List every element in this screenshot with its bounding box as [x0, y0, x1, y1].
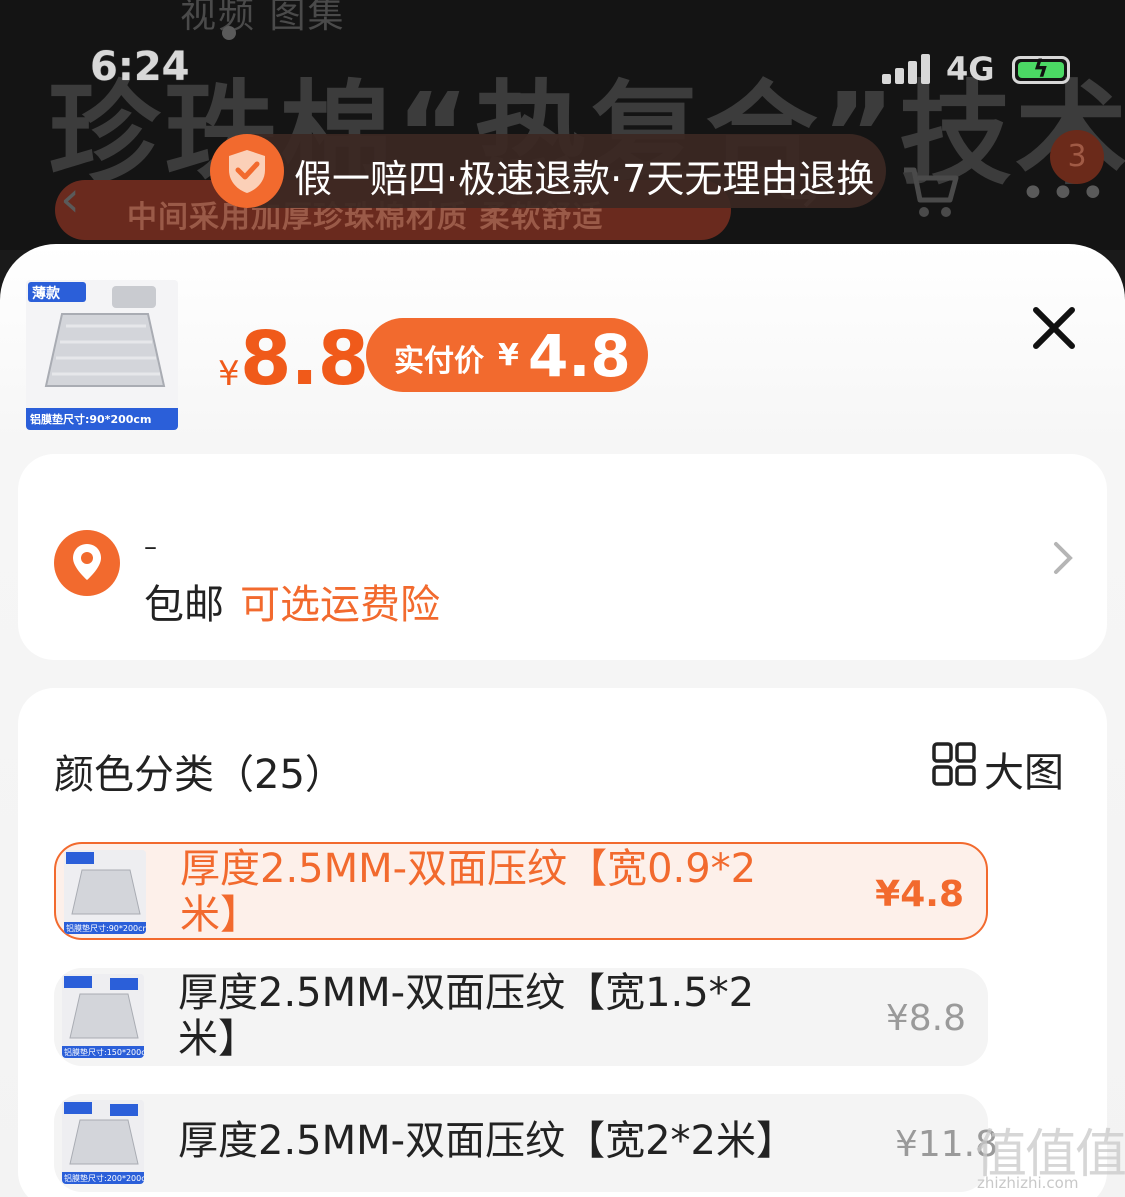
spec-title: 颜色分类（25）: [54, 752, 345, 798]
cart-count-badge: 3: [1050, 130, 1104, 184]
shield-icon: [210, 134, 284, 208]
option-price: ¥8.8: [885, 998, 966, 1039]
actual-price-currency: ¥: [498, 338, 519, 373]
option-label: 厚度2.5MM-双面压纹【宽0.9*2米】: [180, 846, 757, 938]
option-label: 厚度2.5MM-双面压纹【宽2*2米】: [178, 1118, 796, 1164]
thumb-caption: 铝膜垫尺寸:90*200cm: [30, 413, 152, 426]
spec-option[interactable]: 铝膜垫尺寸:200*200cm 厚度2.5MM-双面压纹【宽2*2米】 ¥11.…: [54, 1094, 998, 1192]
option-thumb-caption: 铝膜垫尺寸:90*200cm: [66, 924, 146, 933]
option-thumbnail: 铝膜垫尺寸:90*200cm: [64, 850, 146, 934]
spec-option[interactable]: 铝膜垫尺寸:150*200cm 厚度2.5MM-双面压纹【宽1.5*2米】 ¥8…: [54, 968, 988, 1066]
signal-icon: [882, 54, 932, 84]
guarantee-banner: 假一赔四·极速退款·7天无理由退换: [210, 134, 886, 208]
thumb-tag: 薄款: [32, 286, 60, 302]
shipping-address: –: [144, 532, 157, 562]
spec-card: 颜色分类（25） 大图 铝膜垫尺寸:90*200cm 厚度2.5MM-双面压纹【…: [18, 688, 1107, 1197]
guarantee-text: 假一赔四·极速退款·7天无理由退换: [294, 157, 875, 201]
battery-icon: ϟ: [1012, 55, 1070, 84]
actual-price-label: 实付价: [394, 344, 484, 379]
tab-indicator: [222, 26, 236, 40]
close-icon[interactable]: [1026, 300, 1082, 356]
big-image-label: 大图: [984, 750, 1064, 796]
option-thumb-caption: 铝膜垫尺寸:200*200cm: [64, 1174, 144, 1183]
cart-icon[interactable]: [900, 160, 960, 220]
location-pin-icon: [54, 530, 120, 596]
option-thumb-caption: 铝膜垫尺寸:150*200cm: [64, 1048, 144, 1057]
back-arrow-icon[interactable]: ‹: [60, 170, 80, 228]
free-shipping-label: 包邮: [144, 582, 224, 628]
spec-option[interactable]: 铝膜垫尺寸:90*200cm 厚度2.5MM-双面压纹【宽0.9*2米】 ¥4.…: [54, 842, 988, 940]
sku-selector-sheet: 薄款 铝膜垫尺寸:90*200cm ¥ 8.8 实付价 ¥ 4.8 – 包邮 可…: [0, 244, 1125, 1197]
shipping-insurance-link[interactable]: 可选运费险: [240, 572, 440, 630]
actual-price-value: 4.8: [528, 322, 631, 390]
site-watermark: 值值值 zhizhizhi.com: [975, 1112, 1125, 1197]
watermark-url: zhizhizhi.com: [977, 1174, 1079, 1192]
option-thumbnail: 铝膜垫尺寸:200*200cm: [62, 1100, 144, 1184]
big-image-button[interactable]: 大图: [932, 740, 1072, 796]
chevron-right-icon: [1054, 542, 1073, 574]
price-currency: ¥: [218, 354, 240, 394]
shipping-card[interactable]: – 包邮 可选运费险: [18, 454, 1107, 660]
price-value: 8.8: [240, 316, 369, 402]
option-thumbnail: 铝膜垫尺寸:150*200cm: [62, 974, 144, 1058]
media-tabs: 视频 图集: [180, 0, 346, 36]
grid-view-icon: [932, 742, 976, 786]
actual-price-pill: 实付价 ¥ 4.8: [366, 318, 648, 392]
option-price: ¥4.8: [875, 874, 964, 915]
product-thumbnail[interactable]: 薄款 铝膜垫尺寸:90*200cm: [26, 280, 178, 430]
status-time: 6:24: [90, 44, 190, 90]
network-type: 4G: [946, 50, 995, 88]
option-label: 厚度2.5MM-双面压纹【宽1.5*2米】: [178, 970, 755, 1062]
background-product-page: 视频 图集 珍珠棉“热复合”技术 中间采用加厚珍珠棉材质 柔软舒适 ‹ ↪ ••…: [0, 0, 1125, 250]
